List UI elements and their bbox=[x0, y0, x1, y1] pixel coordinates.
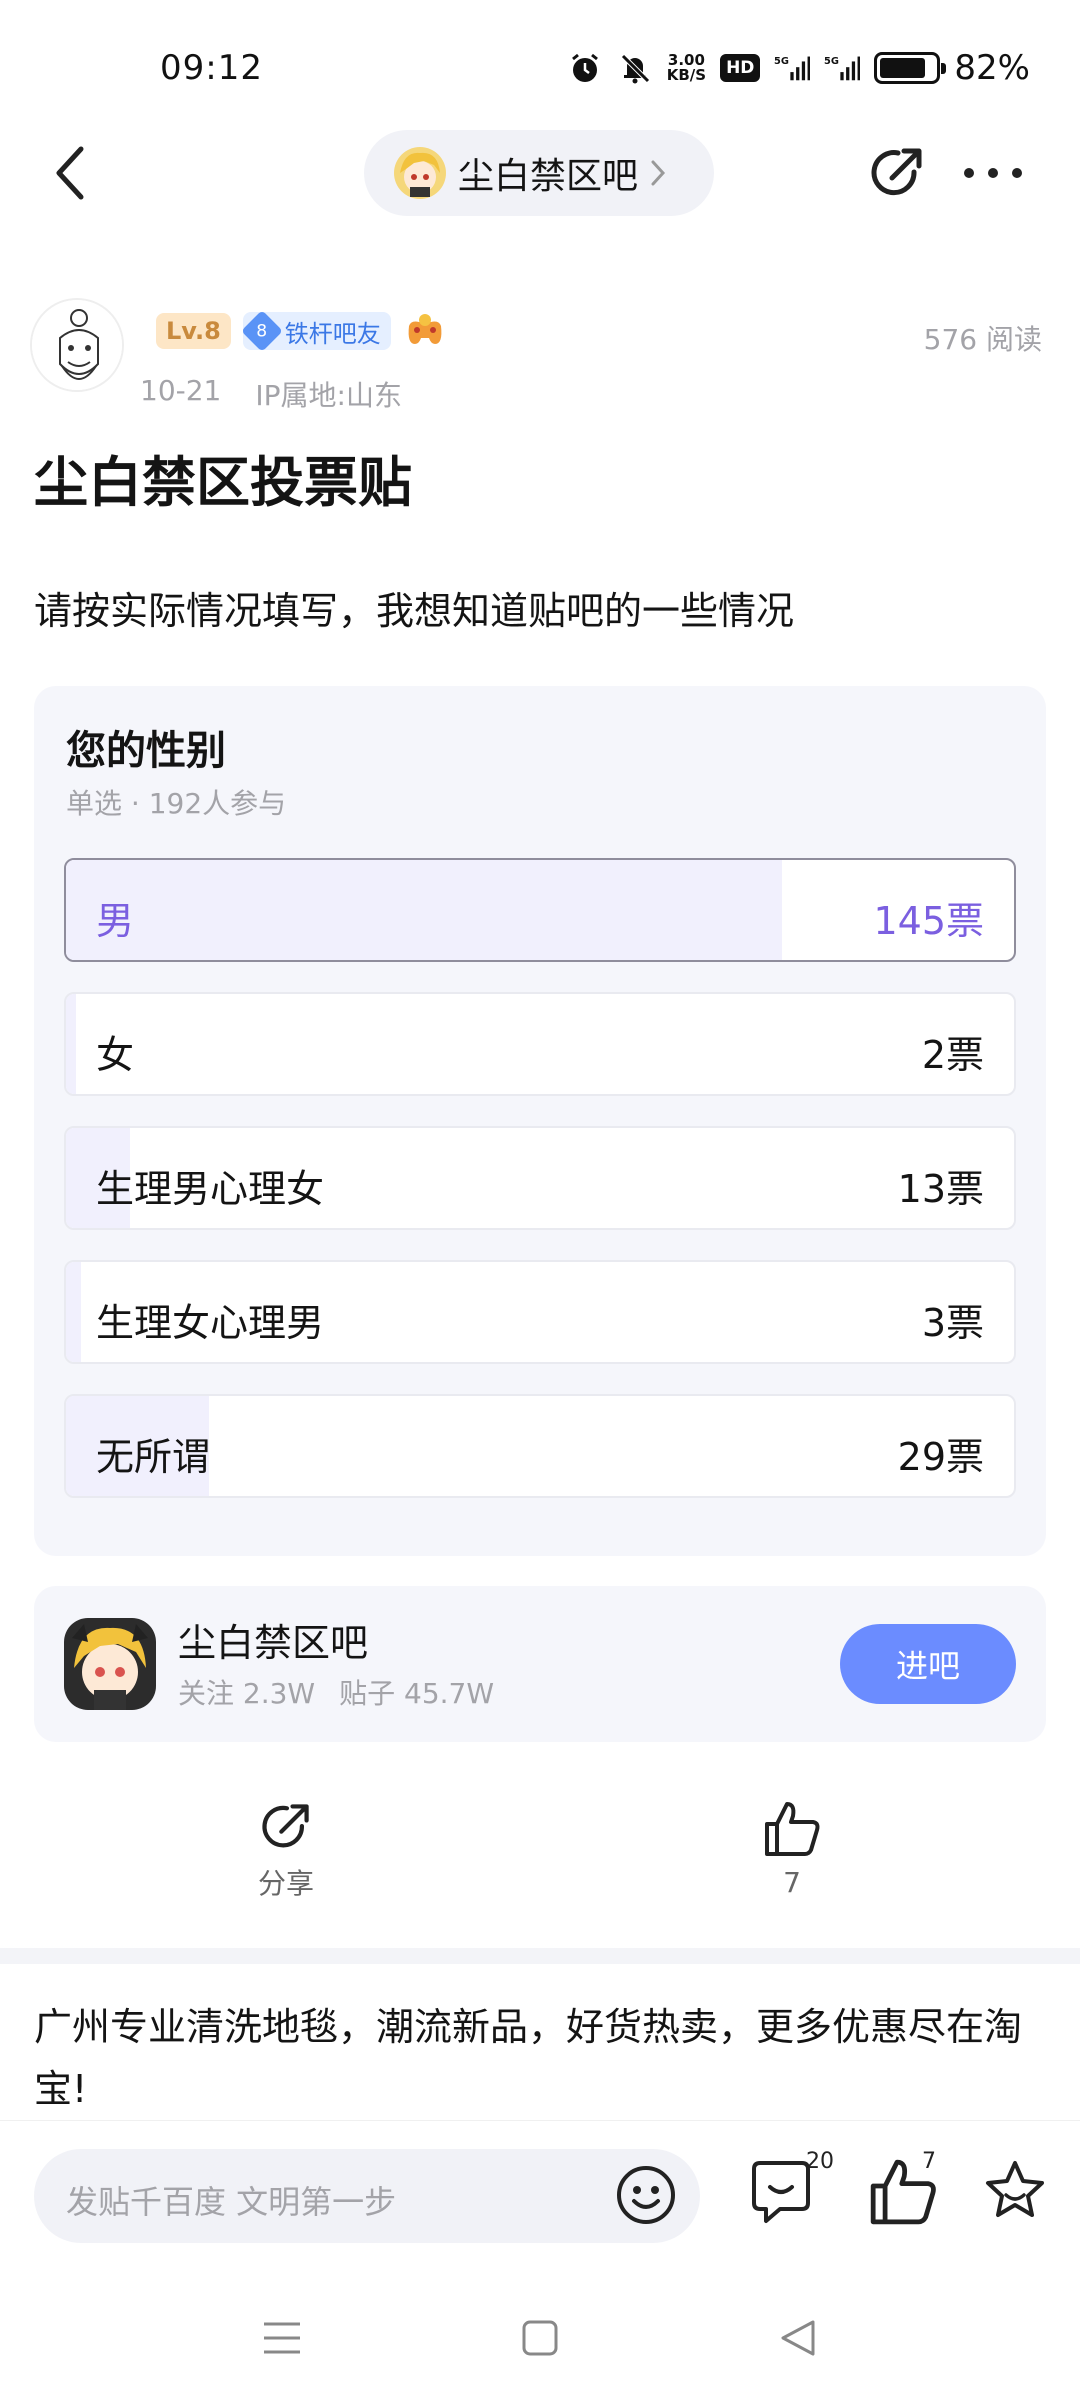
share-icon bbox=[262, 1804, 309, 1848]
post-date: 10-21 bbox=[140, 374, 222, 407]
bottom-like-count: 7 bbox=[922, 2149, 936, 2174]
poll-option[interactable]: 生理男心理女 13票 bbox=[64, 1126, 1016, 1230]
forum-posts: 贴子 45.7W bbox=[339, 1677, 495, 1710]
reply-input[interactable]: 发贴千百度 文明第一步 bbox=[34, 2149, 700, 2243]
more-dot-icon bbox=[1012, 168, 1022, 178]
more-dot-icon bbox=[964, 168, 974, 178]
poll-question: 您的性别 bbox=[66, 728, 226, 774]
post-title: 尘白禁区投票贴 bbox=[34, 451, 412, 514]
poll-option-label: 生理女心理男 bbox=[96, 1301, 325, 1345]
signal-5g-icon-2: 5G bbox=[824, 50, 861, 86]
poll-option-label: 生理男心理女 bbox=[96, 1167, 325, 1211]
post-body: 请按实际情况填写，我想知道贴吧的一些情况 bbox=[34, 589, 795, 633]
hd-icon: HD bbox=[720, 54, 761, 82]
back-triangle-icon bbox=[781, 2320, 815, 2356]
join-forum-button[interactable]: 进吧 bbox=[840, 1624, 1016, 1704]
ip-location: IP属地:山东 bbox=[255, 379, 402, 412]
back-arrow-icon bbox=[56, 146, 84, 200]
star-icon[interactable] bbox=[982, 2157, 1048, 2223]
chevron-right-icon bbox=[651, 160, 666, 186]
top-nav-bar: 尘白禁区吧 bbox=[0, 130, 1080, 216]
poll-option-votes: 29票 bbox=[897, 1435, 984, 1479]
forum-avatar-icon bbox=[394, 147, 446, 199]
share-button-top[interactable] bbox=[866, 142, 928, 204]
fan-level-number: 8 bbox=[256, 321, 268, 341]
menu-nav-button[interactable] bbox=[252, 2308, 312, 2368]
author-badges: Lv.8 8 铁杆吧友 bbox=[156, 310, 447, 352]
poll-option[interactable]: 生理女心理男 3票 bbox=[64, 1260, 1016, 1364]
forum-card-name: 尘白禁区吧 bbox=[178, 1621, 369, 1665]
net-speed-unit: KB/S bbox=[666, 66, 707, 84]
net-speed: 3.00 KB/S bbox=[667, 53, 706, 83]
poll-subtitle: 单选 · 192人参与 bbox=[66, 787, 287, 820]
ad-text[interactable]: 广州专业清洗地毯，潮流新品，好货热卖，更多优惠尽在淘宝! bbox=[34, 1996, 1054, 2120]
more-dot-icon bbox=[988, 168, 998, 178]
thumbs-up-icon bbox=[765, 1802, 820, 1856]
poll-option-votes: 2票 bbox=[921, 1033, 984, 1077]
svg-text:5G: 5G bbox=[824, 56, 839, 67]
status-time: 09:12 bbox=[160, 48, 263, 88]
poll-option-label: 无所谓 bbox=[96, 1435, 211, 1479]
status-bar: 09:12 3.00 KB/S HD 5G 5G 82% bbox=[0, 0, 1080, 110]
back-nav-button[interactable] bbox=[768, 2308, 828, 2368]
battery-fill bbox=[880, 58, 925, 78]
gamepad-icon bbox=[408, 314, 442, 344]
signal-5g-icon: 5G bbox=[774, 50, 811, 86]
home-nav-button[interactable] bbox=[510, 2308, 570, 2368]
battery-icon bbox=[874, 52, 947, 84]
comment-count: 20 bbox=[806, 2149, 834, 2174]
poll-option[interactable]: 无所谓 29票 bbox=[64, 1394, 1016, 1498]
poll-option-label: 女 bbox=[96, 1033, 135, 1077]
poll-option-fill bbox=[66, 1262, 81, 1362]
emoji-icon[interactable] bbox=[614, 2163, 678, 2227]
svg-text:5G: 5G bbox=[774, 56, 789, 67]
forum-card[interactable]: 尘白禁区吧 关注 2.3W 贴子 45.7W 进吧 bbox=[34, 1586, 1046, 1742]
more-options-button[interactable] bbox=[958, 142, 1028, 204]
battery-percent: 82% bbox=[954, 48, 1030, 88]
fan-badge[interactable]: 8 铁杆吧友 bbox=[240, 310, 391, 352]
like-count: 7 bbox=[783, 1866, 801, 1899]
share-icon bbox=[871, 148, 922, 196]
poll-option-fill bbox=[66, 994, 76, 1094]
author-avatar[interactable] bbox=[30, 298, 124, 392]
forum-avatar-icon bbox=[64, 1618, 156, 1710]
system-nav-bar bbox=[0, 2290, 1080, 2400]
poll-option[interactable]: 女 2票 bbox=[64, 992, 1016, 1096]
mute-icon bbox=[617, 50, 653, 86]
poll-option-votes: 145票 bbox=[873, 899, 984, 943]
post-meta: 10-21 IP属地:山东 bbox=[140, 374, 402, 414]
share-label: 分享 bbox=[257, 1867, 314, 1900]
bottom-input-bar: 发贴千百度 文明第一步 20 7 bbox=[0, 2120, 1080, 2270]
poll-option-votes: 3票 bbox=[921, 1301, 984, 1345]
forum-card-stats: 关注 2.3W 贴子 45.7W bbox=[178, 1672, 494, 1712]
forum-pill-name: 尘白禁区吧 bbox=[458, 156, 639, 197]
poll-option-label: 男 bbox=[96, 899, 135, 943]
reply-placeholder: 发贴千百度 文明第一步 bbox=[66, 2183, 397, 2221]
forum-pill[interactable]: 尘白禁区吧 bbox=[364, 130, 714, 216]
menu-icon bbox=[264, 2322, 300, 2354]
fan-title: 铁杆吧友 bbox=[284, 319, 381, 348]
level-badge: Lv.8 bbox=[156, 313, 231, 349]
section-divider bbox=[0, 1948, 1080, 1964]
like-action[interactable]: 7 bbox=[732, 1798, 852, 1899]
poll-card: 您的性别 单选 · 192人参与 男 145票 女 2票 生理男心理女 13票 … bbox=[34, 686, 1046, 1556]
status-icons: 3.00 KB/S HD 5G 5G 82% bbox=[567, 48, 1030, 88]
share-action[interactable]: 分享 bbox=[226, 1798, 346, 1902]
fan-level-icon: 8 bbox=[240, 310, 283, 352]
back-button[interactable] bbox=[40, 140, 100, 206]
home-square-icon bbox=[522, 2320, 558, 2356]
forum-followers: 关注 2.3W bbox=[178, 1677, 316, 1710]
poll-option-votes: 13票 bbox=[897, 1167, 984, 1211]
poll-option-fill bbox=[66, 860, 782, 960]
read-count: 576 阅读 bbox=[923, 323, 1042, 356]
poll-option[interactable]: 男 145票 bbox=[64, 858, 1016, 962]
alarm-icon bbox=[567, 50, 603, 86]
